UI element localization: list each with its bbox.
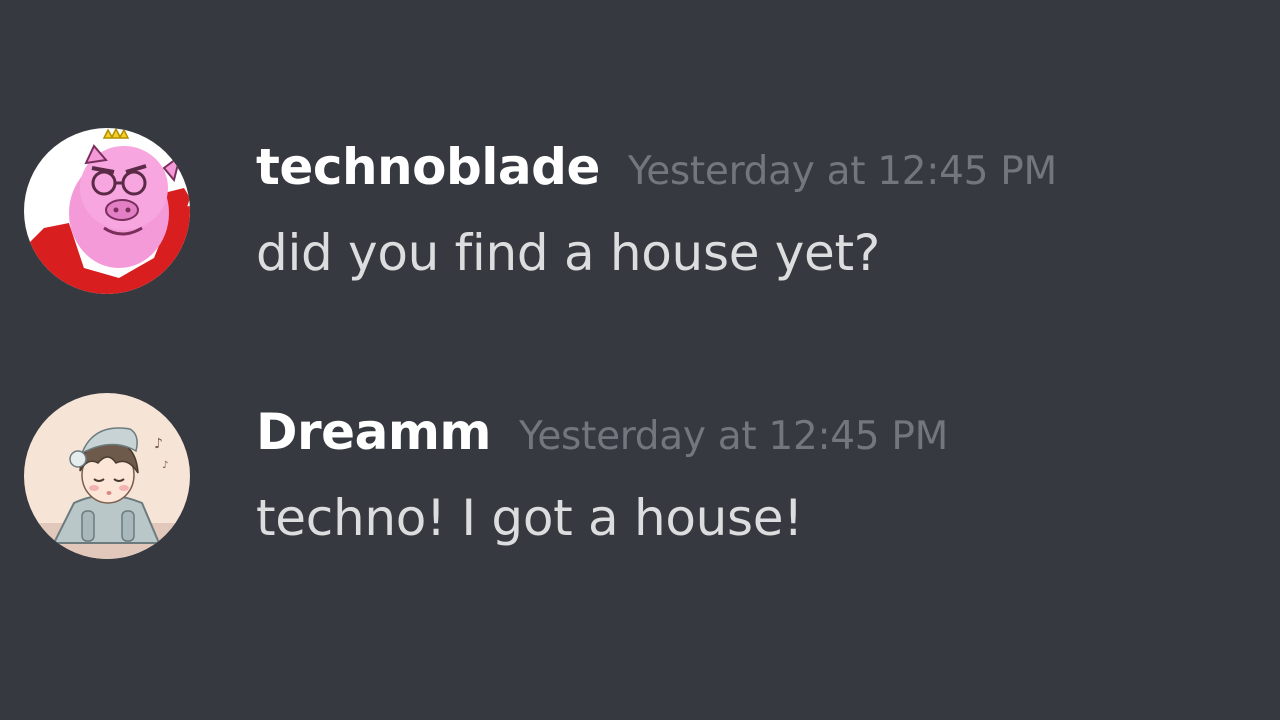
timestamp: Yesterday at 12:45 PM — [519, 414, 948, 459]
chat-messages: technoblade Yesterday at 12:45 PM did you… — [0, 0, 1280, 720]
message-content: techno! I got a house! — [256, 489, 803, 547]
svg-text:♪: ♪ — [154, 436, 163, 452]
svg-text:♪: ♪ — [162, 460, 168, 471]
timestamp: Yesterday at 12:45 PM — [627, 149, 1057, 194]
message-item: ♪ ♪ Dreamm Yesterday at 12:45 PM techno! … — [0, 393, 1280, 563]
sleepy-boy-avatar-icon[interactable]: ♪ ♪ — [24, 393, 190, 559]
message-content: did you find a house yet? — [256, 224, 881, 282]
message-header: Dreamm Yesterday at 12:45 PM — [256, 403, 948, 467]
message-item: technoblade Yesterday at 12:45 PM did you… — [0, 128, 1280, 298]
pig-with-crown-avatar-icon[interactable] — [24, 128, 190, 294]
username[interactable]: Dreamm — [256, 403, 492, 461]
username[interactable]: technoblade — [256, 138, 600, 196]
message-header: technoblade Yesterday at 12:45 PM — [256, 138, 1057, 202]
